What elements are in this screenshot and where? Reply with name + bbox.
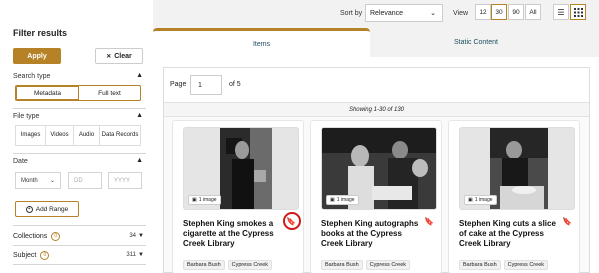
- month-select[interactable]: Month ⌄: [15, 172, 61, 189]
- divider: [13, 264, 146, 265]
- search-type-metadata[interactable]: Metadata: [16, 86, 79, 100]
- filter-sidebar: Filter results Apply ✕ Clear Search type…: [0, 0, 153, 273]
- result-title[interactable]: Stephen King cuts a slice of cake at the…: [459, 219, 563, 249]
- day-input[interactable]: DD: [68, 172, 102, 189]
- tag-list: Barbara Bush Cypress Creek: [459, 260, 549, 270]
- image-icon: ▣: [330, 197, 335, 203]
- image-count: 1 image: [474, 197, 493, 203]
- tab-items[interactable]: Items: [153, 28, 370, 57]
- divider: [13, 245, 146, 246]
- facet-label: Subject: [13, 251, 37, 259]
- result-title[interactable]: Stephen King smokes a cigarette at the C…: [183, 219, 287, 249]
- bookmark-icon[interactable]: 🔖: [562, 217, 572, 226]
- page-total: of 5: [229, 81, 241, 88]
- page-label: Page: [170, 81, 187, 88]
- file-type-audio[interactable]: Audio: [74, 126, 100, 145]
- chevron-up-icon[interactable]: ▲: [136, 157, 143, 164]
- search-type-toggle: Metadata Full text: [15, 85, 141, 101]
- photo-image: [490, 128, 548, 209]
- chevron-down-icon: ⌄: [49, 178, 55, 184]
- image-count-badge: ▣ 1 image: [188, 195, 221, 205]
- results-area: Page 1 of 5 Showing 1-30 of 130 ▣ 1 imag…: [153, 57, 599, 273]
- facet-count: 34: [129, 233, 136, 239]
- facet-subject[interactable]: Subject 0 311 ▼: [13, 249, 146, 261]
- divider: [13, 225, 146, 226]
- photo-image: [220, 128, 272, 209]
- result-card[interactable]: ▣ 1 image Stephen King autographs books …: [310, 120, 442, 273]
- facet-badge: 0: [51, 231, 61, 241]
- divider: [13, 153, 146, 154]
- month-placeholder: Month: [21, 177, 38, 184]
- image-icon: ▣: [192, 197, 197, 203]
- tag[interactable]: Cypress Creek: [503, 260, 549, 270]
- result-thumbnail[interactable]: ▣ 1 image: [321, 127, 437, 210]
- page-input[interactable]: 1: [190, 75, 222, 95]
- page-size-30[interactable]: 30: [491, 4, 507, 20]
- result-title[interactable]: Stephen King autographs books at the Cyp…: [321, 219, 425, 249]
- list-view-icon[interactable]: ☰: [553, 4, 569, 20]
- sort-value: Relevance: [370, 9, 404, 17]
- plus-circle-icon: +: [25, 205, 33, 213]
- sort-label: Sort by: [340, 10, 363, 17]
- file-type-label: File type: [13, 113, 40, 120]
- result-tabs: Items Static Content: [153, 28, 599, 57]
- facet-label: Collections: [13, 232, 48, 240]
- result-thumbnail[interactable]: ▣ 1 image: [183, 127, 299, 210]
- divider: [13, 108, 146, 109]
- add-range-button[interactable]: + Add Range: [15, 201, 79, 217]
- tag[interactable]: Cypress Creek: [227, 260, 273, 270]
- image-count: 1 image: [336, 197, 355, 203]
- chevron-down-icon: ▼: [138, 233, 144, 239]
- image-count-badge: ▣ 1 image: [464, 195, 497, 205]
- result-card[interactable]: ▣ 1 image Stephen King cuts a slice of c…: [448, 120, 580, 273]
- tag[interactable]: Cypress Creek: [365, 260, 411, 270]
- search-type-label: Search type: [13, 73, 51, 80]
- year-input[interactable]: YYYY: [108, 172, 142, 189]
- chevron-down-icon: ⌄: [430, 10, 436, 17]
- result-thumbnail[interactable]: ▣ 1 image: [459, 127, 575, 210]
- bookmark-icon[interactable]: 🔖: [424, 217, 434, 226]
- tag[interactable]: Barbara Bush: [321, 260, 363, 270]
- chevron-down-icon: ▼: [138, 252, 144, 258]
- tab-static-content[interactable]: Static Content: [401, 28, 551, 57]
- tag[interactable]: Barbara Bush: [183, 260, 225, 270]
- pager: Page 1 of 5: [164, 68, 589, 103]
- chevron-up-icon[interactable]: ▲: [136, 72, 143, 79]
- facet-count: 311: [126, 252, 136, 258]
- tag-list: Barbara Bush Cypress Creek: [183, 260, 273, 270]
- search-type-fulltext[interactable]: Full text: [79, 86, 140, 100]
- bookmark-icon[interactable]: 🔖: [286, 217, 296, 226]
- chevron-up-icon[interactable]: ▲: [136, 112, 143, 119]
- image-count-badge: ▣ 1 image: [326, 195, 359, 205]
- clear-button[interactable]: ✕ Clear: [95, 48, 143, 64]
- image-count: 1 image: [198, 197, 217, 203]
- filter-title: Filter results: [13, 28, 68, 38]
- tag[interactable]: Barbara Bush: [459, 260, 501, 270]
- close-icon: ✕: [106, 53, 112, 60]
- file-type-images[interactable]: Images: [16, 126, 46, 145]
- page-size-12[interactable]: 12: [475, 4, 491, 20]
- file-type-options: Images Videos Audio Data Records: [15, 125, 141, 146]
- page-size-all[interactable]: All: [525, 4, 541, 20]
- apply-button[interactable]: Apply: [13, 48, 61, 64]
- file-type-data-records[interactable]: Data Records: [100, 126, 140, 145]
- facet-collections[interactable]: Collections 0 34 ▼: [13, 230, 146, 242]
- grid-view-icon[interactable]: [570, 4, 586, 20]
- view-label: View: [453, 10, 469, 17]
- tag-list: Barbara Bush Cypress Creek: [321, 260, 411, 270]
- image-icon: ▣: [468, 197, 473, 203]
- file-type-videos[interactable]: Videos: [46, 126, 74, 145]
- results-count: Showing 1-30 of 130: [164, 103, 589, 117]
- results-panel: Page 1 of 5 Showing 1-30 of 130 ▣ 1 imag…: [163, 67, 590, 273]
- page-size-90[interactable]: 90: [508, 4, 524, 20]
- sort-select[interactable]: Relevance ⌄: [365, 4, 443, 22]
- date-label: Date: [13, 158, 28, 165]
- result-card[interactable]: ▣ 1 image Stephen King smokes a cigarett…: [172, 120, 304, 273]
- add-range-label: Add Range: [35, 205, 69, 213]
- facet-badge: 0: [40, 250, 50, 260]
- clear-label: Clear: [114, 52, 132, 60]
